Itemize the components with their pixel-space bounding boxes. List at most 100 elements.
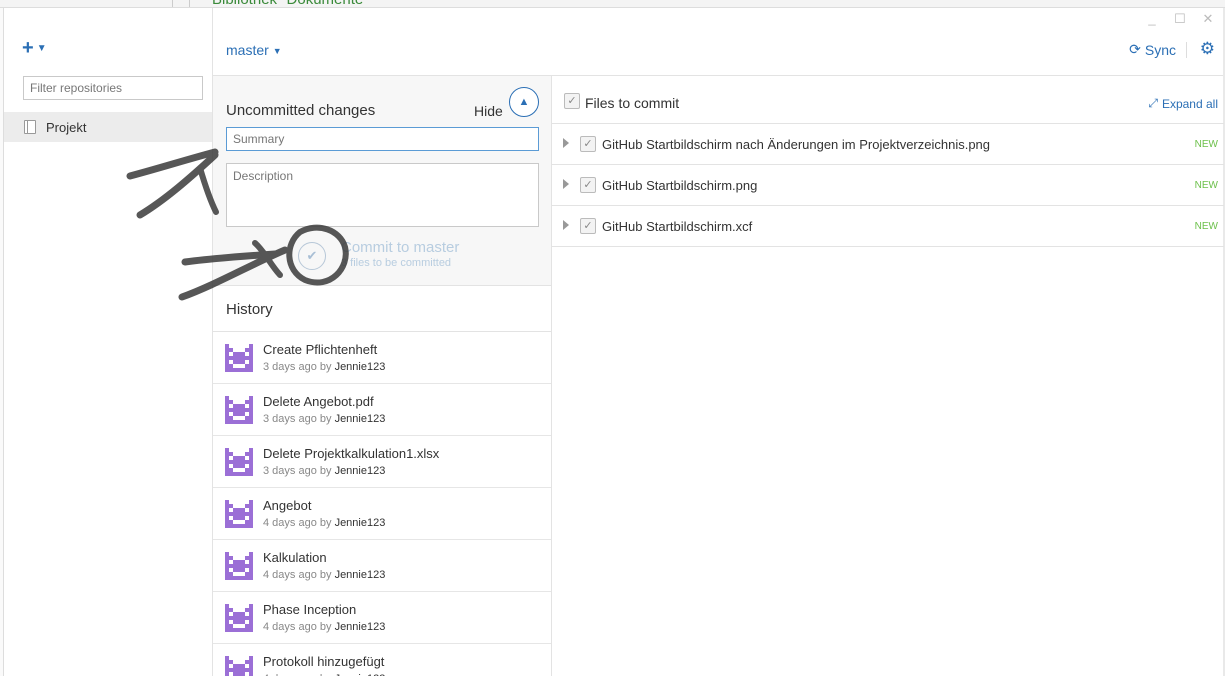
history-title: History: [226, 301, 273, 318]
repository-sidebar: +▼ Projekt: [4, 8, 212, 676]
identicon-avatar: [225, 396, 253, 424]
file-row[interactable]: ✓ GitHub Startbildschirm nach Änderungen …: [552, 124, 1224, 165]
file-row[interactable]: ✓ GitHub Startbildschirm.png NEW: [552, 165, 1224, 206]
github-app-window: _ ☐ ✕ +▼ Projekt master▼ ⟳ Sync ⚙ Uncomm…: [4, 8, 1224, 676]
history-item-user[interactable]: Jennie123: [335, 413, 386, 425]
sync-icon: ⟳: [1129, 41, 1141, 57]
history-item-meta: 4 days ago by Jennie123: [263, 621, 385, 633]
file-checkbox[interactable]: ✓: [580, 177, 596, 193]
filter-repositories-input[interactable]: [23, 76, 203, 100]
history-item-user[interactable]: Jennie123: [335, 569, 386, 581]
expand-triangle-icon[interactable]: [563, 179, 569, 189]
history-list: Create Pflichtenheft 3 days ago by Jennie…: [213, 331, 552, 676]
history-item[interactable]: Create Pflichtenheft 3 days ago by Jennie…: [213, 332, 552, 384]
identicon-avatar: [225, 552, 253, 580]
history-item-title: Delete Angebot.pdf: [263, 394, 374, 409]
chevron-down-icon: ▼: [272, 46, 282, 57]
history-item-user[interactable]: Jennie123: [335, 465, 386, 477]
branch-selector[interactable]: master ▼: [226, 42, 282, 58]
uncommitted-changes-panel: Uncommitted changes Hide ▲ ✔ Commit to m…: [212, 76, 551, 286]
sidebar-item-label: Projekt: [46, 119, 87, 135]
avatar: [225, 396, 253, 424]
avatar: [225, 448, 253, 476]
file-name: GitHub Startbildschirm.xcf: [602, 219, 753, 234]
expand-triangle-icon[interactable]: [563, 220, 569, 230]
history-item-meta: 3 days ago by Jennie123: [263, 465, 385, 477]
top-bar: master ▼ ⟳ Sync ⚙: [212, 8, 1223, 76]
plus-icon: +: [22, 37, 34, 59]
background-box: [172, 0, 190, 7]
avatar: [225, 656, 253, 676]
file-checkbox[interactable]: ✓: [580, 218, 596, 234]
file-checkbox[interactable]: ✓: [580, 136, 596, 152]
commit-summary-input[interactable]: [226, 127, 539, 151]
history-item[interactable]: Delete Angebot.pdf 3 days ago by Jennie12…: [213, 384, 552, 436]
add-repository-button[interactable]: + ▼: [22, 38, 47, 59]
expand-all-button[interactable]: ⤢ Expand all: [1148, 96, 1218, 111]
history-item-time: 4 days ago by: [263, 517, 332, 529]
new-file-badge: NEW: [1194, 180, 1218, 191]
files-header: ✓ Files to commit ⤢ Expand all: [552, 76, 1224, 124]
history-item-meta: 3 days ago by Jennie123: [263, 413, 385, 425]
avatar: [225, 500, 253, 528]
history-item-title: Protokoll hinzugefügt: [263, 654, 385, 669]
uncommitted-changes-title: Uncommitted changes: [226, 102, 376, 119]
history-item-title: Delete Projektkalkulation1.xlsx: [263, 446, 440, 461]
identicon-avatar: [225, 604, 253, 632]
settings-gear-icon[interactable]: ⚙: [1200, 39, 1215, 59]
history-item-meta: 3 days ago by Jennie123: [263, 361, 385, 373]
expand-icon: ⤢: [1148, 96, 1158, 110]
history-item-time: 3 days ago by: [263, 361, 332, 373]
sync-button[interactable]: ⟳ Sync: [1129, 41, 1176, 58]
repository-icon: [24, 120, 36, 134]
history-item[interactable]: Delete Projektkalkulation1.xlsx 3 days ag…: [213, 436, 552, 488]
files-to-commit-title: Files to commit: [585, 95, 680, 111]
history-item[interactable]: Kalkulation 4 days ago by Jennie123: [213, 540, 552, 592]
history-panel: History Create Pflichtenheft 3 days ago b…: [212, 286, 552, 676]
file-name: GitHub Startbildschirm.png: [602, 178, 758, 193]
history-item-title: Create Pflichtenheft: [263, 342, 378, 357]
avatar: [225, 552, 253, 580]
sync-label: Sync: [1144, 41, 1176, 58]
history-item-title: Phase Inception: [263, 602, 357, 617]
history-item-title: Kalkulation: [263, 550, 327, 565]
select-all-files-checkbox[interactable]: ✓: [564, 93, 580, 109]
background-window-strip: Bibliothek "Dokumente": [0, 0, 1225, 8]
file-name: GitHub Startbildschirm nach Änderungen i…: [602, 137, 991, 152]
history-item[interactable]: Protokoll hinzugefügt4 days ago by Jenni…: [213, 644, 552, 676]
history-item-user[interactable]: Jennie123: [335, 517, 386, 529]
expand-all-label: Expand all: [1161, 96, 1218, 111]
identicon-avatar: [225, 344, 253, 372]
commit-to-master-button[interactable]: Commit to master: [341, 239, 459, 256]
history-item-time: 4 days ago by: [263, 569, 332, 581]
new-file-badge: NEW: [1194, 139, 1218, 150]
identicon-avatar: [225, 448, 253, 476]
files-to-commit-panel: ✓ Files to commit ⤢ Expand all ✓ GitHub S…: [551, 76, 1224, 676]
file-row[interactable]: ✓ GitHub Startbildschirm.xcf NEW: [552, 206, 1224, 247]
new-file-badge: NEW: [1194, 221, 1218, 232]
history-item-meta: 4 days ago by Jennie123: [263, 517, 385, 529]
toolbar-divider: [1186, 42, 1187, 58]
expand-triangle-icon[interactable]: [563, 138, 569, 148]
history-item[interactable]: Phase Inception 4 days ago by Jennie123: [213, 592, 552, 644]
history-item-time: 4 days ago by: [263, 621, 332, 633]
commit-description-input[interactable]: [226, 163, 539, 227]
history-item-user[interactable]: Jennie123: [335, 361, 386, 373]
branch-name: master: [226, 42, 269, 58]
identicon-avatar: [225, 500, 253, 528]
commit-checkmark-icon[interactable]: ✔: [298, 242, 326, 270]
files-to-be-committed-count: 3 files to be committed: [341, 257, 452, 269]
collapse-chevron-up-icon[interactable]: ▲: [509, 87, 539, 117]
identicon-avatar: [225, 656, 253, 676]
history-item-title: Angebot: [263, 498, 312, 513]
history-item-time: 3 days ago by: [263, 413, 332, 425]
history-item-time: 3 days ago by: [263, 465, 332, 477]
avatar: [225, 604, 253, 632]
history-item[interactable]: Angebot 4 days ago by Jennie123: [213, 488, 552, 540]
avatar: [225, 344, 253, 372]
chevron-down-icon: ▼: [36, 42, 47, 54]
hide-label[interactable]: Hide: [474, 103, 503, 119]
history-item-meta: 4 days ago by Jennie123: [263, 569, 385, 581]
sidebar-item-projekt[interactable]: Projekt: [4, 112, 212, 142]
history-item-user[interactable]: Jennie123: [335, 621, 386, 633]
